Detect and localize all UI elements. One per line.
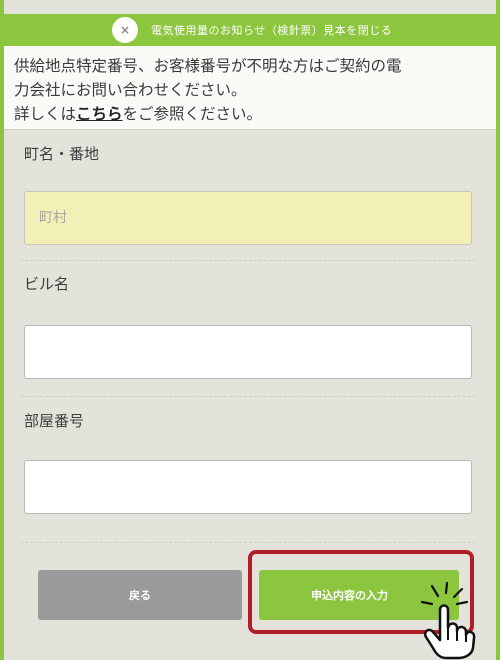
building-input[interactable] bbox=[24, 325, 472, 379]
close-sample-bar[interactable]: × 電気使用量のお知らせ（検針票）見本を閉じる bbox=[4, 14, 496, 46]
town-input[interactable] bbox=[24, 191, 472, 245]
notice-line-1: 供給地点特定番号、お客様番号が不明な方はご契約の電 bbox=[14, 57, 402, 75]
close-icon[interactable]: × bbox=[112, 17, 138, 43]
details-link[interactable]: こちら bbox=[76, 105, 123, 123]
town-label: 町名・番地 bbox=[24, 145, 100, 163]
divider bbox=[20, 260, 476, 261]
back-button[interactable]: 戻る bbox=[38, 570, 242, 620]
pointing-hand-icon bbox=[420, 582, 476, 660]
close-sample-label[interactable]: 電気使用量のお知らせ（検針票）見本を閉じる bbox=[151, 22, 392, 38]
notice-suffix: をご参照ください。 bbox=[122, 105, 263, 123]
notice-line-2: 力会社にお問い合わせください。 bbox=[14, 81, 247, 99]
room-label: 部屋番号 bbox=[24, 412, 85, 430]
room-input[interactable] bbox=[24, 460, 472, 514]
notice-text: 供給地点特定番号、お客様番号が不明な方はご契約の電 力会社にお問い合わせください… bbox=[4, 46, 496, 130]
notice-prefix: 詳しくは bbox=[14, 105, 77, 123]
divider bbox=[20, 542, 476, 543]
notice-line-3: 詳しくはこちらをご参照ください。 bbox=[14, 102, 486, 126]
building-label: ビル名 bbox=[24, 275, 70, 293]
divider bbox=[20, 396, 476, 397]
